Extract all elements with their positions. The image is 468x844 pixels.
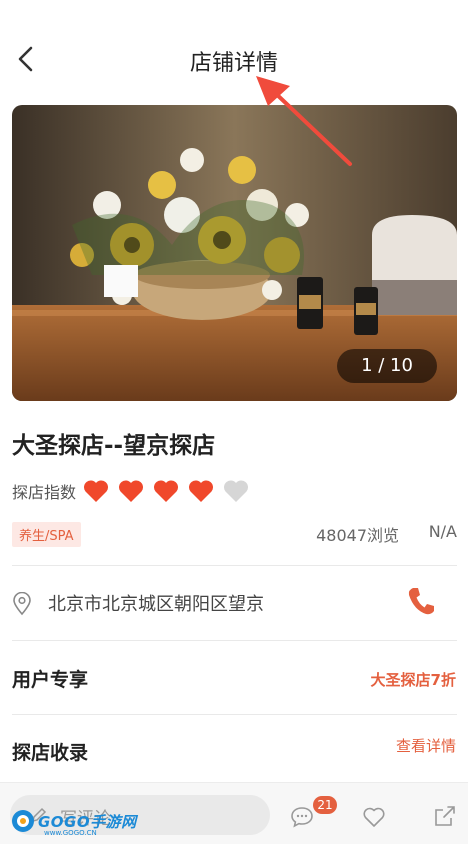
favorite-heart-icon[interactable] bbox=[362, 805, 386, 829]
phone-icon[interactable] bbox=[407, 586, 435, 616]
store-address: 北京市北京城区朝阳区望京 bbox=[48, 594, 264, 615]
share-icon[interactable] bbox=[434, 805, 456, 827]
watermark-url: www.GOGO.CN bbox=[44, 829, 97, 837]
heart-filled-icon bbox=[154, 480, 179, 502]
heart-empty-icon bbox=[224, 480, 249, 502]
address-row[interactable]: 北京市北京城区朝阳区望京 bbox=[12, 580, 457, 624]
divider bbox=[12, 640, 457, 641]
watermark-logo bbox=[12, 810, 34, 832]
top-header: 店铺详情 bbox=[0, 0, 468, 105]
location-pin-icon bbox=[13, 592, 31, 616]
comment-count-badge: 21 bbox=[313, 796, 337, 814]
comment-bubble-icon[interactable] bbox=[290, 805, 314, 829]
photo-counter: 1 / 10 bbox=[337, 349, 437, 383]
annotation-arrow-icon bbox=[256, 76, 352, 166]
watermark: GOGO手游网 www.GOGO.CN bbox=[10, 808, 137, 837]
heart-filled-icon bbox=[84, 480, 109, 502]
store-meta-row: 养生/SPA 48047浏览 N/A bbox=[12, 522, 457, 547]
divider bbox=[12, 714, 457, 715]
heart-filled-icon bbox=[189, 480, 214, 502]
user-exclusive-title: 用户专享 bbox=[12, 669, 89, 691]
records-title: 探店收录 bbox=[12, 742, 89, 764]
heart-filled-icon bbox=[119, 480, 144, 502]
divider bbox=[12, 565, 457, 566]
view-count: 48047浏览 bbox=[316, 526, 399, 545]
price-value: N/A bbox=[428, 522, 457, 541]
rating-row: 探店指数 bbox=[12, 475, 257, 507]
view-details-link[interactable]: 查看详情 bbox=[396, 735, 456, 756]
store-photo-carousel[interactable]: 1 / 10 bbox=[12, 105, 457, 401]
store-name: 大圣探店--望京探店 bbox=[12, 433, 216, 459]
page-title: 店铺详情 bbox=[189, 51, 278, 76]
user-exclusive-discount-link[interactable]: 大圣探店7折 bbox=[371, 669, 456, 690]
category-tag[interactable]: 养生/SPA bbox=[12, 522, 81, 547]
rating-label: 探店指数 bbox=[12, 483, 77, 502]
